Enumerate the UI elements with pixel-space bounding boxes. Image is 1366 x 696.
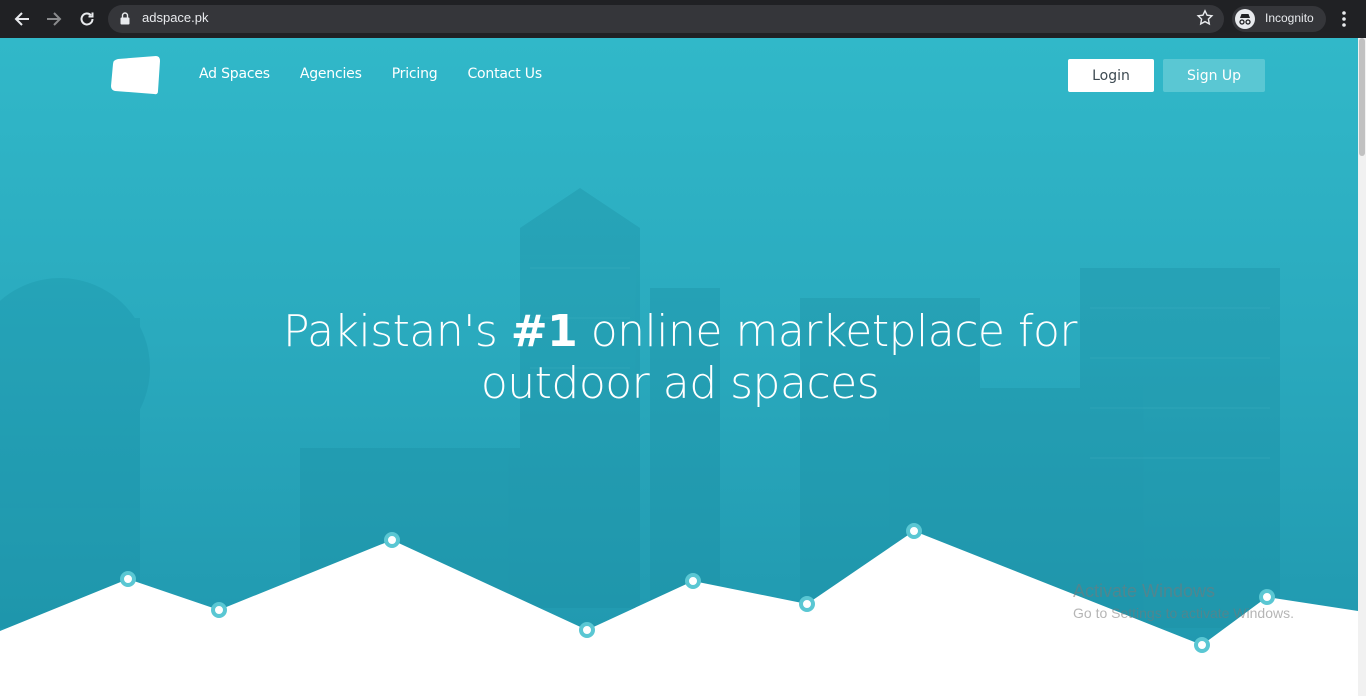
page-scrollbar[interactable] [1358, 38, 1366, 696]
incognito-icon [1235, 9, 1255, 29]
arrow-left-icon [14, 12, 29, 26]
marker-dot [384, 532, 400, 548]
marker-dot [906, 523, 922, 539]
marker-dot [1194, 637, 1210, 653]
watermark-title: Activate Windows [1073, 581, 1216, 601]
more-menu-icon[interactable] [1336, 9, 1352, 29]
lock-icon [120, 12, 130, 25]
address-bar[interactable]: adspace.pk [108, 5, 1224, 33]
arrow-right-icon [47, 12, 62, 26]
windows-activation-watermark: Activate Windows Go to Settings to activ… [1073, 580, 1294, 624]
incognito-profile[interactable]: Incognito [1232, 6, 1326, 32]
forward-button[interactable] [42, 7, 66, 31]
reload-icon [80, 12, 94, 26]
url-text: adspace.pk [142, 10, 209, 25]
reload-button[interactable] [75, 7, 99, 31]
back-button[interactable] [10, 7, 34, 31]
marker-dot [799, 596, 815, 612]
marker-dot [579, 622, 595, 638]
marker-dot [211, 602, 227, 618]
marker-dot [685, 573, 701, 589]
marker-dot [120, 571, 136, 587]
watermark-subtitle: Go to Settings to activate Windows. [1073, 605, 1294, 621]
browser-toolbar: adspace.pk Incognito [0, 0, 1366, 38]
incognito-label: Incognito [1265, 11, 1314, 25]
scrollbar-thumb[interactable] [1359, 38, 1365, 156]
star-icon[interactable] [1196, 9, 1214, 27]
